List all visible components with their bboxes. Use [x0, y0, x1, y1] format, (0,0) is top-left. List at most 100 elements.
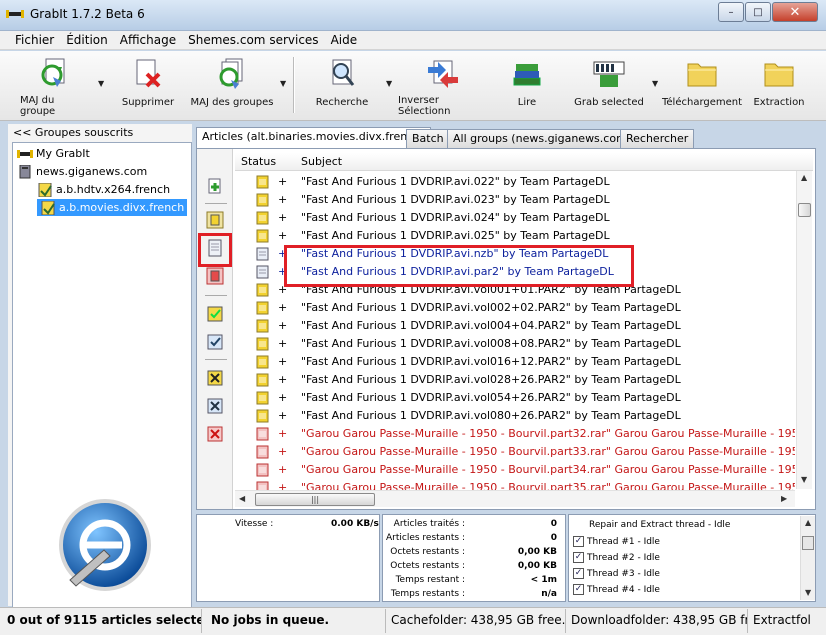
check-blue-icon[interactable]: [206, 333, 224, 351]
check-yellow-icon[interactable]: [206, 305, 224, 323]
table-row[interactable]: + "Fast And Furious 1 DVDRIP.avi.vol016+1…: [235, 353, 795, 371]
table-row[interactable]: + "Garou Garou Passe-Muraille - 1950 - Bo…: [235, 443, 795, 461]
recherche-button[interactable]: Recherche: [310, 57, 374, 115]
close-button[interactable]: ✕: [772, 2, 818, 22]
menu-fichier[interactable]: Fichier: [9, 31, 60, 49]
status-download: Downloadfolder: 438,95 GB free.: [566, 609, 748, 633]
col-subject-header[interactable]: Subject: [301, 155, 342, 168]
threads-scroll-thumb[interactable]: [802, 536, 814, 550]
table-row[interactable]: + "Fast And Furious 1 DVDRIP.avi.024" by …: [235, 209, 795, 227]
table-row[interactable]: + "Garou Garou Passe-Muraille - 1950 - Bo…: [235, 461, 795, 479]
document-yellow-icon: [256, 373, 269, 387]
maj-groupes-button[interactable]: MAJ des groupes: [190, 57, 274, 115]
menu-edition[interactable]: Édition: [60, 31, 114, 49]
threads-scroll-down-icon[interactable]: ▼: [805, 588, 811, 597]
uncheck-blue-icon[interactable]: [206, 397, 224, 415]
threads-scroll-up-icon[interactable]: ▲: [805, 518, 811, 527]
grab-selected-dropdown-arrow[interactable]: ▼: [652, 80, 660, 88]
maj-groupe-button[interactable]: MAJ du groupe: [20, 57, 90, 117]
toolbar: MAJ du groupe ▼ Supprimer MAJ des groupe…: [0, 51, 826, 121]
vertical-scroll-thumb[interactable]: [798, 203, 811, 217]
table-row[interactable]: + "Fast And Furious 1 DVDRIP.avi.vol054+2…: [235, 389, 795, 407]
groups-header[interactable]: << Groupes souscrits: [8, 124, 192, 142]
side-separator: [205, 295, 227, 296]
supprimer-button[interactable]: Supprimer: [116, 57, 180, 115]
refresh-groups-icon: [215, 57, 249, 91]
table-row[interactable]: + "Fast And Furious 1 DVDRIP.avi.022" by …: [235, 173, 795, 191]
document-yellow-icon: [256, 211, 269, 225]
tree-group-movies-label: a.b.movies.divx.french: [59, 201, 185, 214]
side-toolbar: [197, 149, 233, 509]
uncheck-yellow-icon[interactable]: [206, 369, 224, 387]
row-subject: "Fast And Furious 1 DVDRIP.avi.vol002+02…: [301, 301, 681, 314]
document-red-icon: [256, 427, 269, 441]
row-mark: +: [278, 409, 288, 422]
menu-aide[interactable]: Aide: [325, 31, 364, 49]
thread-checkbox[interactable]: ✓: [573, 552, 584, 563]
table-row[interactable]: + "Fast And Furious 1 DVDRIP.avi.vol004+0…: [235, 317, 795, 335]
tab-articles[interactable]: Articles (alt.binaries.movies.divx.frenc…: [196, 127, 431, 149]
maj-groupe-label: MAJ du groupe: [20, 95, 56, 117]
minimize-button[interactable]: –: [718, 2, 744, 22]
mark-yellow-icon[interactable]: [206, 211, 224, 229]
extraction-button[interactable]: Extraction: [753, 57, 805, 115]
tree-node-group-movies[interactable]: a.b.movies.divx.french: [37, 199, 188, 216]
thread-checkbox[interactable]: ✓: [573, 584, 584, 595]
vertical-scrollbar[interactable]: ▲ ▼: [796, 171, 812, 489]
tab-all-groups[interactable]: All groups (news.giganews.com): [447, 129, 638, 148]
thread-item[interactable]: ✓ Thread #4 - Idle: [573, 584, 660, 595]
row-mark: +: [278, 463, 288, 476]
tab-batch[interactable]: Batch: [406, 129, 450, 148]
table-row[interactable]: + "Fast And Furious 1 DVDRIP.avi.vol080+2…: [235, 407, 795, 425]
thread-item[interactable]: ✓ Thread #3 - Idle: [573, 568, 660, 579]
mark-red-icon[interactable]: [206, 267, 224, 285]
lire-button[interactable]: Lire: [505, 57, 549, 115]
row-subject: "Garou Garou Passe-Muraille - 1950 - Bou…: [301, 463, 795, 476]
table-row[interactable]: + "Fast And Furious 1 DVDRIP.avi.025" by …: [235, 227, 795, 245]
scroll-up-icon[interactable]: ▲: [801, 173, 807, 182]
tree-node-root[interactable]: My GrabIt: [17, 145, 90, 162]
recherche-dropdown-arrow[interactable]: ▼: [386, 80, 394, 88]
horizontal-scroll-thumb[interactable]: |||: [255, 493, 375, 506]
menu-affichage[interactable]: Affichage: [114, 31, 182, 49]
thread-checkbox[interactable]: ✓: [573, 568, 584, 579]
thread-item[interactable]: ✓ Thread #2 - Idle: [573, 552, 660, 563]
speed-value: 0.00 KB/s: [331, 519, 379, 529]
table-row[interactable]: + "Garou Garou Passe-Muraille - 1950 - Bo…: [235, 425, 795, 443]
maximize-button[interactable]: □: [745, 2, 771, 22]
inverser-selection-button[interactable]: Inverser Sélectionn: [398, 57, 488, 117]
scroll-right-icon[interactable]: ▶: [781, 494, 787, 503]
tab-rechercher[interactable]: Rechercher: [620, 129, 695, 148]
table-row[interactable]: + "Fast And Furious 1 DVDRIP.avi.023" by …: [235, 191, 795, 209]
table-row[interactable]: + "Fast And Furious 1 DVDRIP.avi.vol002+0…: [235, 299, 795, 317]
document-icon: [256, 265, 269, 279]
scroll-down-icon[interactable]: ▼: [801, 475, 807, 484]
tree-node-group-hdtv[interactable]: a.b.hdtv.x264.french: [37, 181, 170, 198]
add-icon[interactable]: [206, 177, 224, 195]
threads-scrollbar[interactable]: ▲ ▼: [800, 516, 815, 600]
thread-checkbox[interactable]: ✓: [573, 536, 584, 547]
uncheck-red-icon[interactable]: [206, 425, 224, 443]
thread-label: Thread #2 - Idle: [587, 552, 660, 563]
extract-folder-icon: [762, 57, 796, 91]
row-mark: +: [278, 193, 288, 206]
supprimer-label: Supprimer: [121, 97, 175, 108]
horizontal-scrollbar[interactable]: ◀ ||| ▶: [235, 490, 795, 507]
table-row[interactable]: + "Fast And Furious 1 DVDRIP.avi.vol008+0…: [235, 335, 795, 353]
telechargement-button[interactable]: Téléchargement: [662, 57, 742, 115]
tab-strip: Articles (alt.binaries.movies.divx.frenc…: [196, 127, 816, 149]
thread-label: Thread #1 - Idle: [587, 536, 660, 547]
invert-selection-icon: [426, 57, 460, 89]
menu-shemes[interactable]: Shemes.com services: [182, 31, 324, 49]
toolbar-separator: [293, 57, 294, 113]
stat-label: Octets restants :: [390, 561, 465, 571]
row-mark: +: [278, 445, 288, 458]
scroll-left-icon[interactable]: ◀: [239, 494, 245, 503]
table-row[interactable]: + "Fast And Furious 1 DVDRIP.avi.vol028+2…: [235, 371, 795, 389]
grab-selected-button[interactable]: Grab selected: [574, 57, 644, 115]
maj-groupes-dropdown-arrow[interactable]: ▼: [280, 80, 288, 88]
thread-item[interactable]: ✓ Thread #1 - Idle: [573, 536, 660, 547]
col-status-header[interactable]: Status: [241, 155, 276, 168]
maj-groupe-dropdown-arrow[interactable]: ▼: [98, 80, 106, 88]
tree-node-server[interactable]: news.giganews.com: [17, 163, 147, 180]
